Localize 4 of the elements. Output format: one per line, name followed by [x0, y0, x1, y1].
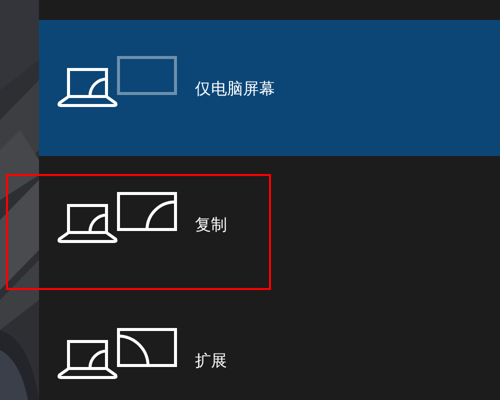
display-mode-option[interactable]: 仅电脑屏幕: [39, 20, 500, 156]
laptop-icon: [57, 56, 177, 107]
laptop-monitor-icon: [57, 328, 177, 379]
laptop-monitor-icon: [57, 192, 177, 243]
